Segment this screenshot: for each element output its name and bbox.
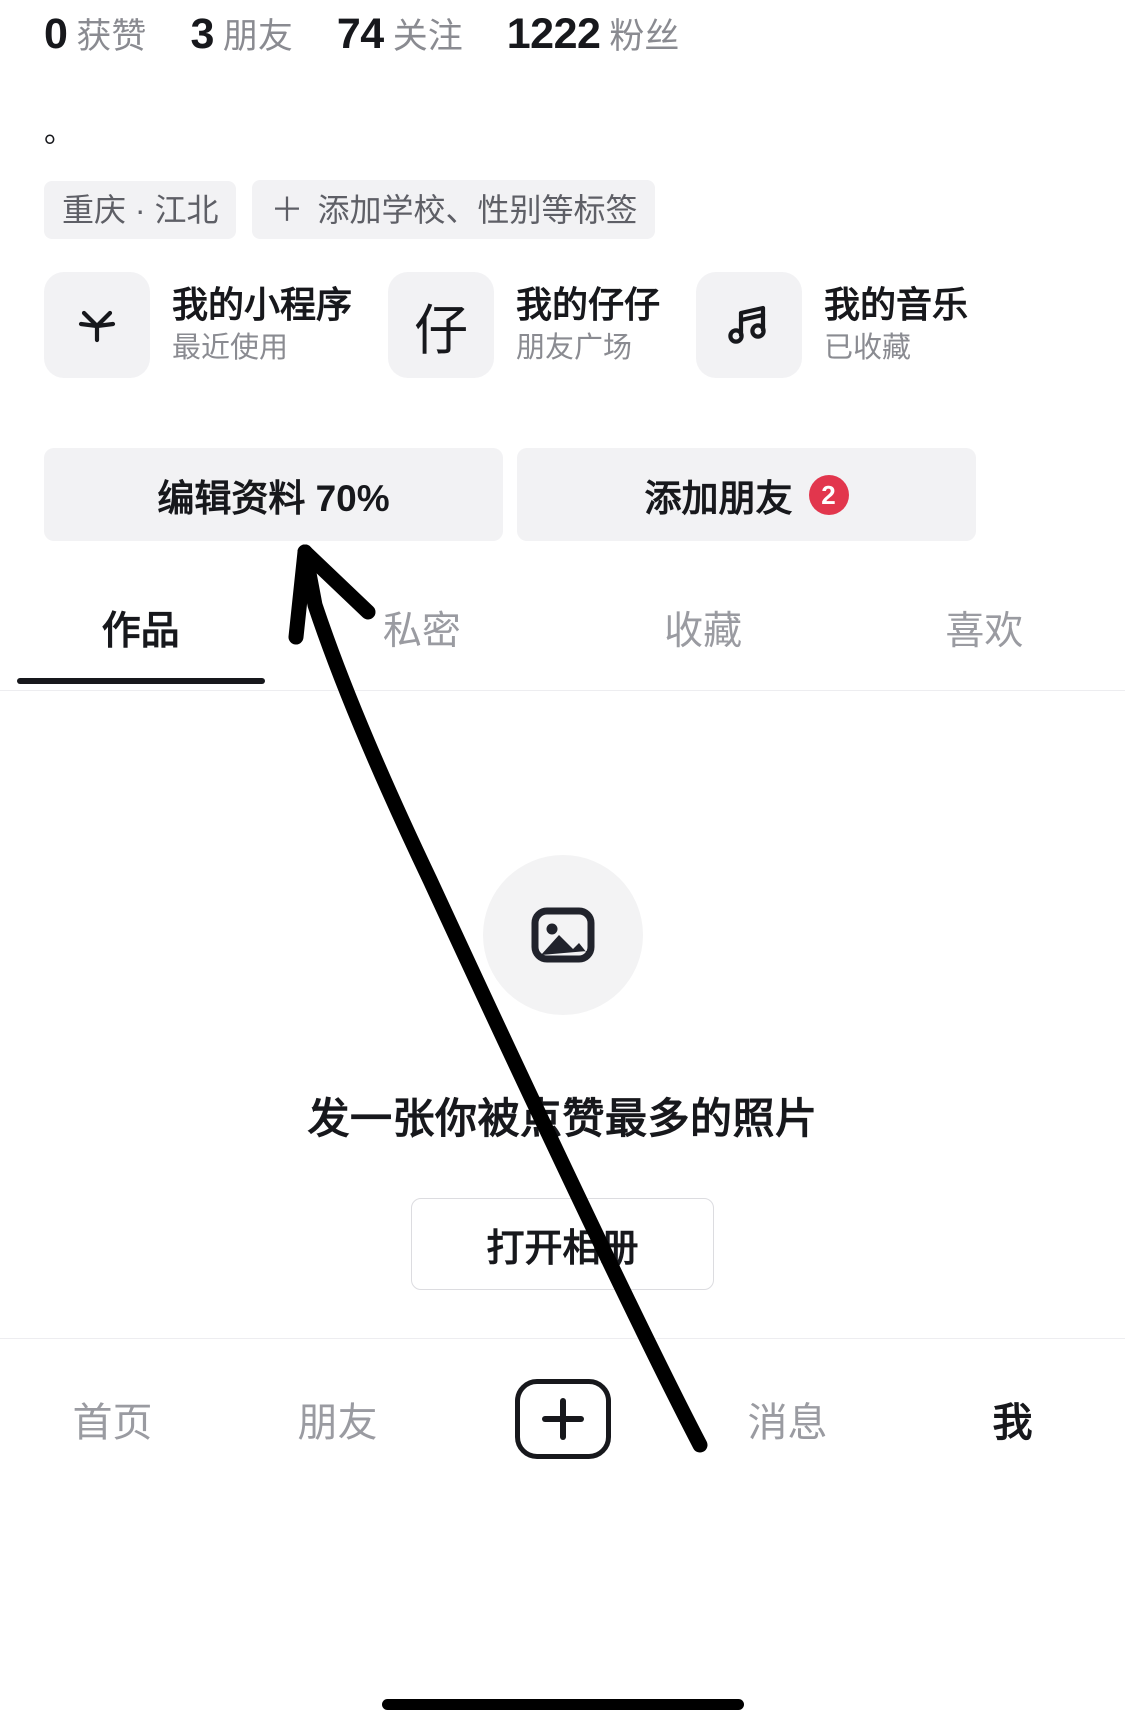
nav-item-home[interactable]: 首页 [0, 1390, 225, 1448]
empty-state: 发一张你被点赞最多的照片 打开相册 [0, 855, 1125, 1290]
shortcut-card-zaizai[interactable]: 仔 我的仔仔 朋友广场 [388, 272, 660, 378]
stat-friends-label: 朋友 [222, 17, 293, 56]
nav-item-friends[interactable]: 朋友 [225, 1390, 450, 1448]
photo-placeholder-icon [482, 855, 643, 1015]
add-friend-label: 添加朋友 [644, 477, 793, 519]
shortcut-card-mini-program-texts: 我的小程序 最近使用 [172, 285, 352, 365]
nav-item-create[interactable] [450, 1379, 675, 1459]
profile-screen: 0 获赞 3 朋友 74 关注 1222 粉丝 。 重庆 · 江北 ＋ 添加学校… [0, 0, 1125, 1734]
nav-item-messages[interactable]: 消息 [675, 1390, 900, 1448]
stat-following-label: 关注 [392, 17, 463, 56]
tab-favorites[interactable]: 收藏 [563, 600, 844, 684]
shortcut-card-music-texts: 我的音乐 已收藏 [824, 285, 968, 365]
stat-likes-value: 0 [44, 10, 68, 58]
zaizai-glyph-icon: 仔 [388, 272, 495, 378]
stat-followers[interactable]: 1222 粉丝 [507, 8, 680, 59]
stat-friends-value: 3 [190, 10, 214, 58]
plus-icon: ＋ [270, 191, 304, 228]
profile-tags-row: 重庆 · 江北 ＋ 添加学校、性别等标签 [44, 180, 656, 240]
stat-following[interactable]: 74 关注 [337, 8, 463, 59]
tabs-divider [0, 690, 1125, 691]
profile-signature[interactable]: 。 [44, 118, 74, 148]
zaizai-glyph-text: 仔 [414, 298, 469, 362]
profile-stats-row: 0 获赞 3 朋友 74 关注 1222 粉丝 [44, 8, 723, 59]
tag-add-label: 添加学校、性别等标签 [317, 191, 638, 228]
stat-followers-value: 1222 [506, 10, 601, 58]
tag-location-chip[interactable]: 重庆 · 江北 [44, 180, 237, 239]
tag-add-chip[interactable]: ＋ 添加学校、性别等标签 [252, 180, 656, 240]
shortcut-card-zaizai-texts: 我的仔仔 朋友广场 [516, 285, 660, 365]
content-tabs: 作品 私密 收藏 喜欢 [0, 600, 1125, 684]
shortcut-card-music[interactable]: 我的音乐 已收藏 [696, 272, 968, 378]
home-indicator [381, 1699, 744, 1710]
shortcut-subtitle: 已收藏 [824, 332, 912, 365]
edit-profile-label: 编辑资料 70% [157, 477, 390, 519]
nav-item-me[interactable]: 我 [900, 1390, 1125, 1448]
bottom-navigation: 首页 朋友 消息 我 [0, 1339, 1125, 1499]
shortcut-subtitle: 最近使用 [172, 332, 289, 365]
shortcut-title: 我的仔仔 [516, 283, 661, 325]
add-friend-button[interactable]: 添加朋友 2 [517, 448, 976, 541]
open-album-button[interactable]: 打开相册 [411, 1198, 714, 1290]
mini-program-star-icon [44, 272, 150, 378]
shortcut-cards-row: 我的小程序 最近使用 仔 我的仔仔 朋友广场 我的音乐 已收藏 [44, 272, 968, 378]
shortcut-title: 我的音乐 [824, 283, 969, 325]
shortcut-subtitle: 朋友广场 [516, 332, 633, 365]
music-note-icon [696, 272, 803, 378]
edit-profile-button[interactable]: 编辑资料 70% [44, 448, 503, 541]
tab-works[interactable]: 作品 [0, 600, 281, 684]
shortcut-title: 我的小程序 [172, 283, 353, 325]
stat-likes[interactable]: 0 获赞 [44, 8, 146, 59]
plus-create-icon [514, 1379, 611, 1459]
profile-action-buttons: 编辑资料 70% 添加朋友 2 [44, 448, 976, 541]
stat-following-value: 74 [336, 10, 384, 58]
stat-likes-label: 获赞 [76, 17, 147, 56]
stat-followers-label: 粉丝 [609, 17, 680, 56]
empty-state-title: 发一张你被点赞最多的照片 [307, 1095, 818, 1142]
tab-private[interactable]: 私密 [281, 600, 562, 684]
tab-liked[interactable]: 喜欢 [844, 600, 1125, 684]
shortcut-card-mini-program[interactable]: 我的小程序 最近使用 [44, 272, 352, 378]
add-friend-badge: 2 [808, 474, 849, 515]
stat-friends[interactable]: 3 朋友 [190, 8, 292, 59]
